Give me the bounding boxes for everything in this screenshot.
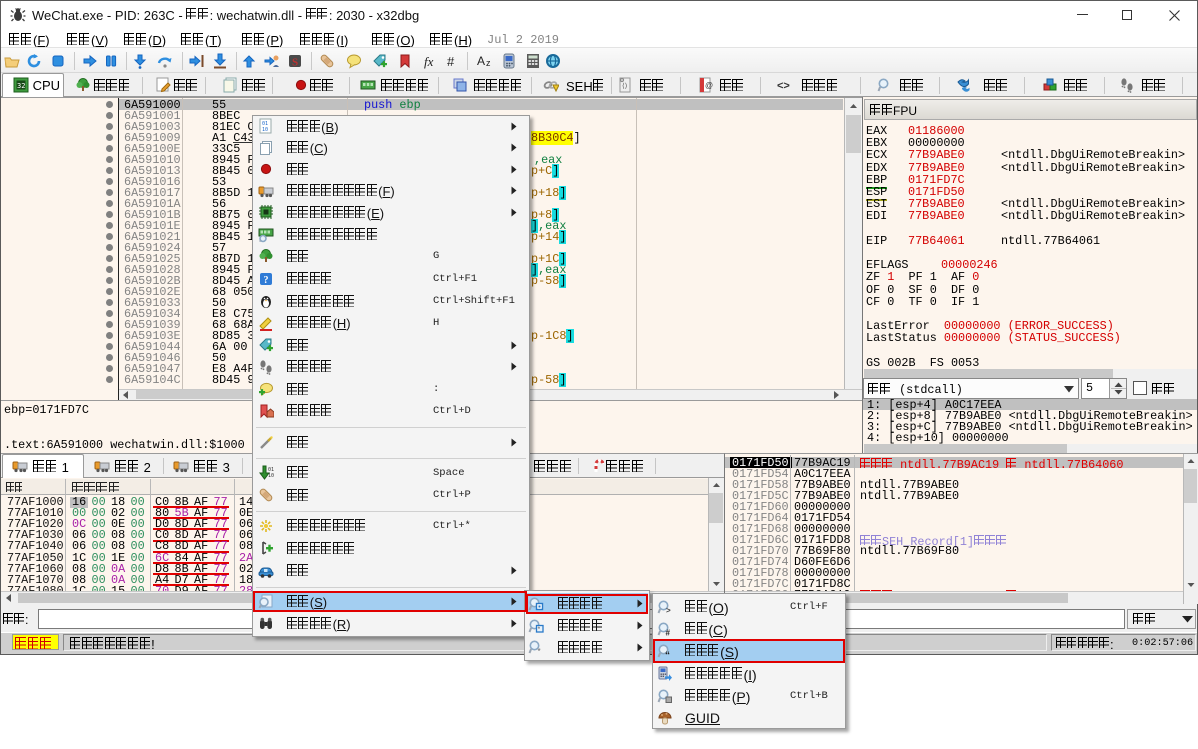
svg-text:⟨⟩: ⟨⟩ — [622, 82, 628, 90]
svg-text:A: A — [477, 54, 485, 68]
svg-text:*: * — [538, 647, 541, 655]
svg-text:z: z — [486, 58, 491, 68]
svg-text:?: ? — [264, 275, 269, 286]
svg-text:S: S — [292, 57, 298, 69]
svg-text:#: # — [666, 629, 671, 638]
svg-text:#: # — [447, 54, 455, 69]
svg-text:10: 10 — [262, 127, 268, 133]
svg-text:<>: <> — [777, 80, 790, 92]
svg-text:@: @ — [705, 81, 713, 90]
svg-text:10: 10 — [268, 473, 274, 479]
svg-text:fx: fx — [424, 54, 434, 69]
svg-text:>: > — [666, 606, 671, 615]
svg-text:32: 32 — [17, 82, 25, 90]
